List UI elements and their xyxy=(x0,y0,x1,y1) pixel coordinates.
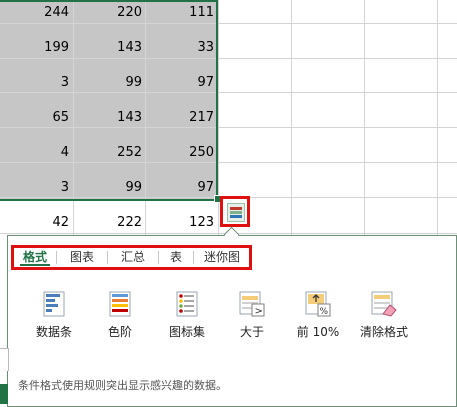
option-icon-set[interactable]: 图标集 xyxy=(157,290,217,340)
sheet-tab-fragment xyxy=(0,348,9,371)
option-data-bars[interactable]: 数据条 xyxy=(24,290,84,340)
tab-tables[interactable]: 表 xyxy=(161,248,191,267)
tab-charts[interactable]: 图表 xyxy=(59,248,105,267)
status-bar-fragment xyxy=(0,384,8,404)
clear-format-icon xyxy=(370,290,398,318)
quick-analysis-icon xyxy=(227,203,245,222)
option-color-scale[interactable]: 色阶 xyxy=(90,290,150,340)
svg-text:>: > xyxy=(255,306,263,317)
cell[interactable]: 42 xyxy=(1,214,69,232)
icon-set-icon xyxy=(173,290,201,318)
option-label: 前 10% xyxy=(296,325,340,339)
tab-separator xyxy=(193,251,194,264)
tab-separator xyxy=(56,251,57,264)
svg-text:%: % xyxy=(320,307,329,317)
selection-border xyxy=(0,0,218,201)
option-label: 大于 xyxy=(239,325,264,339)
tab-formatting[interactable]: 格式 xyxy=(16,248,54,267)
quick-analysis-tabs: 格式 图表 汇总 表 迷你图 xyxy=(11,245,252,270)
tab-separator xyxy=(158,251,159,264)
option-label: 清除格式 xyxy=(359,325,408,339)
option-greater-than[interactable]: > 大于 xyxy=(222,290,282,340)
cell[interactable]: 222 xyxy=(74,214,142,232)
tab-separator xyxy=(107,251,108,264)
top-10-percent-icon: % xyxy=(304,290,332,318)
tab-sparklines[interactable]: 迷你图 xyxy=(196,248,248,267)
data-bars-icon xyxy=(40,290,68,318)
panel-description: 条件格式使用规则突出显示感兴趣的数据。 xyxy=(18,379,227,392)
greater-than-icon: > xyxy=(238,290,266,318)
option-clear-format[interactable]: 清除格式 xyxy=(354,290,414,340)
cell[interactable]: 123 xyxy=(146,214,214,232)
option-label: 数据条 xyxy=(35,325,72,339)
option-top-10-percent[interactable]: % 前 10% xyxy=(288,290,348,340)
option-label: 图标集 xyxy=(168,325,205,339)
quick-analysis-button[interactable] xyxy=(220,196,250,227)
tab-totals[interactable]: 汇总 xyxy=(110,248,156,267)
color-scale-icon xyxy=(106,290,134,318)
option-label: 色阶 xyxy=(107,325,132,339)
